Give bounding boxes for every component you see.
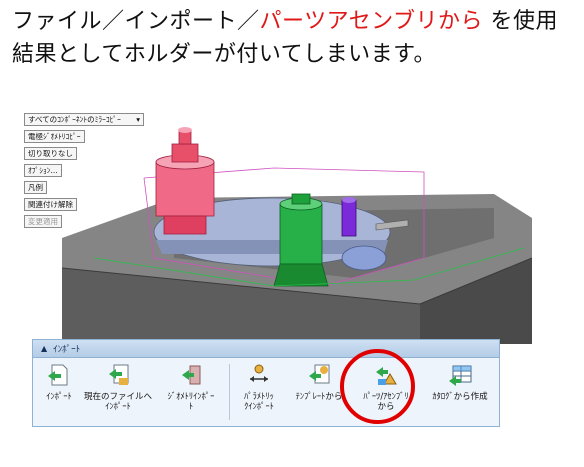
heading-line-1: ファイル／インポート／パーツアセンブリから を使用: [12, 9, 558, 35]
heading-highlight-text: パーツアセンブリから: [259, 9, 483, 34]
ribbon-header[interactable]: ▲ ｲﾝﾎﾟｰﾄ: [33, 340, 499, 358]
import-arrow-icon: [48, 364, 68, 386]
disassociate-button[interactable]: 関連付け解除: [24, 198, 77, 211]
import-label: ｲﾝﾎﾟｰﾄ: [46, 392, 72, 402]
highlight-ring: [340, 349, 415, 424]
import-to-current-file-label: 現在のファイルへ ｲﾝﾎﾟｰﾄ: [83, 392, 152, 412]
triangle-down-icon: ▾: [136, 115, 140, 124]
electrode-geometry-copy-button[interactable]: 電極ｼﾞｵﾒﾄﾘｺﾋﾟｰ: [24, 130, 85, 143]
mirror-copy-label: すべてのｺﾝﾎﾟｰﾈﾝﾄのﾐﾗｰｺﾋﾟｰ: [28, 115, 121, 124]
ribbon-title: ｲﾝﾎﾟｰﾄ: [53, 345, 81, 355]
parametric-import-icon: [250, 364, 268, 382]
import-to-current-file-button[interactable]: 現在のファイルへ ｲﾝﾎﾟｰﾄ: [83, 362, 153, 412]
options-button[interactable]: ｵﾌﾟｼｮﾝ...: [24, 164, 62, 177]
ribbon-tools: ｲﾝﾎﾟｰﾄ 現在のファイルへ ｲﾝﾎﾟｰﾄ ｼﾞｵﾒﾄﾘｲﾝﾎﾟｰ ﾄ ﾊﾟﾗ…: [33, 358, 499, 426]
create-from-catalog-label: ｶﾀﾛｸﾞから作成: [432, 392, 488, 402]
purple-electrode: [341, 197, 357, 237]
create-from-catalog-button[interactable]: ｶﾀﾛｸﾞから作成: [425, 362, 495, 402]
catalog-icon: [449, 365, 472, 386]
green-electrode: [273, 193, 329, 287]
blue-dome: [341, 245, 387, 271]
legend-button[interactable]: 凡例: [24, 181, 47, 194]
geometry-import-label: ｼﾞｵﾒﾄﾘｲﾝﾎﾟｰ ﾄ: [167, 392, 215, 412]
triangle-up-icon[interactable]: ▲: [41, 344, 47, 353]
import-button[interactable]: ｲﾝﾎﾟｰﾄ: [39, 362, 79, 402]
apply-changes-button: 変更適用: [24, 215, 62, 228]
template-icon: [309, 364, 330, 384]
import-to-file-icon: [109, 364, 129, 385]
heading-text-part2: を使用: [482, 9, 558, 34]
from-template-label: ﾃﾝﾌﾟﾚｰﾄから: [295, 392, 343, 402]
red-holder: [155, 127, 215, 235]
geometry-import-button[interactable]: ｼﾞｵﾒﾄﾘｲﾝﾎﾟｰ ﾄ: [157, 362, 225, 412]
geometry-import-icon: [182, 365, 201, 385]
parametric-import-label: ﾊﾟﾗﾒﾄﾘｯ ｸｲﾝﾎﾟｰﾄ: [244, 392, 274, 412]
parametric-import-button[interactable]: ﾊﾟﾗﾒﾄﾘｯ ｸｲﾝﾎﾟｰﾄ: [233, 362, 285, 412]
ribbon-separator: [229, 364, 230, 420]
no-cut-button[interactable]: 切り取りなし: [24, 147, 77, 160]
import-ribbon-panel: ▲ ｲﾝﾎﾟｰﾄ ｲﾝﾎﾟｰﾄ 現在のファイルへ ｲﾝﾎﾟｰﾄ ｼﾞｵﾒﾄﾘｲﾝ…: [32, 339, 500, 427]
heading-text-part1: ファイル／インポート／: [12, 9, 260, 34]
mirror-copy-all-components-dropdown[interactable]: すべてのｺﾝﾎﾟｰﾈﾝﾄのﾐﾗｰｺﾋﾟｰ ▾: [24, 113, 144, 126]
options-panel: すべてのｺﾝﾎﾟｰﾈﾝﾄのﾐﾗｰｺﾋﾟｰ ▾ 電極ｼﾞｵﾒﾄﾘｺﾋﾟｰ 切り取りな…: [24, 113, 144, 228]
heading-line-2: 結果としてホルダーが付いてしまいます。: [12, 42, 436, 67]
